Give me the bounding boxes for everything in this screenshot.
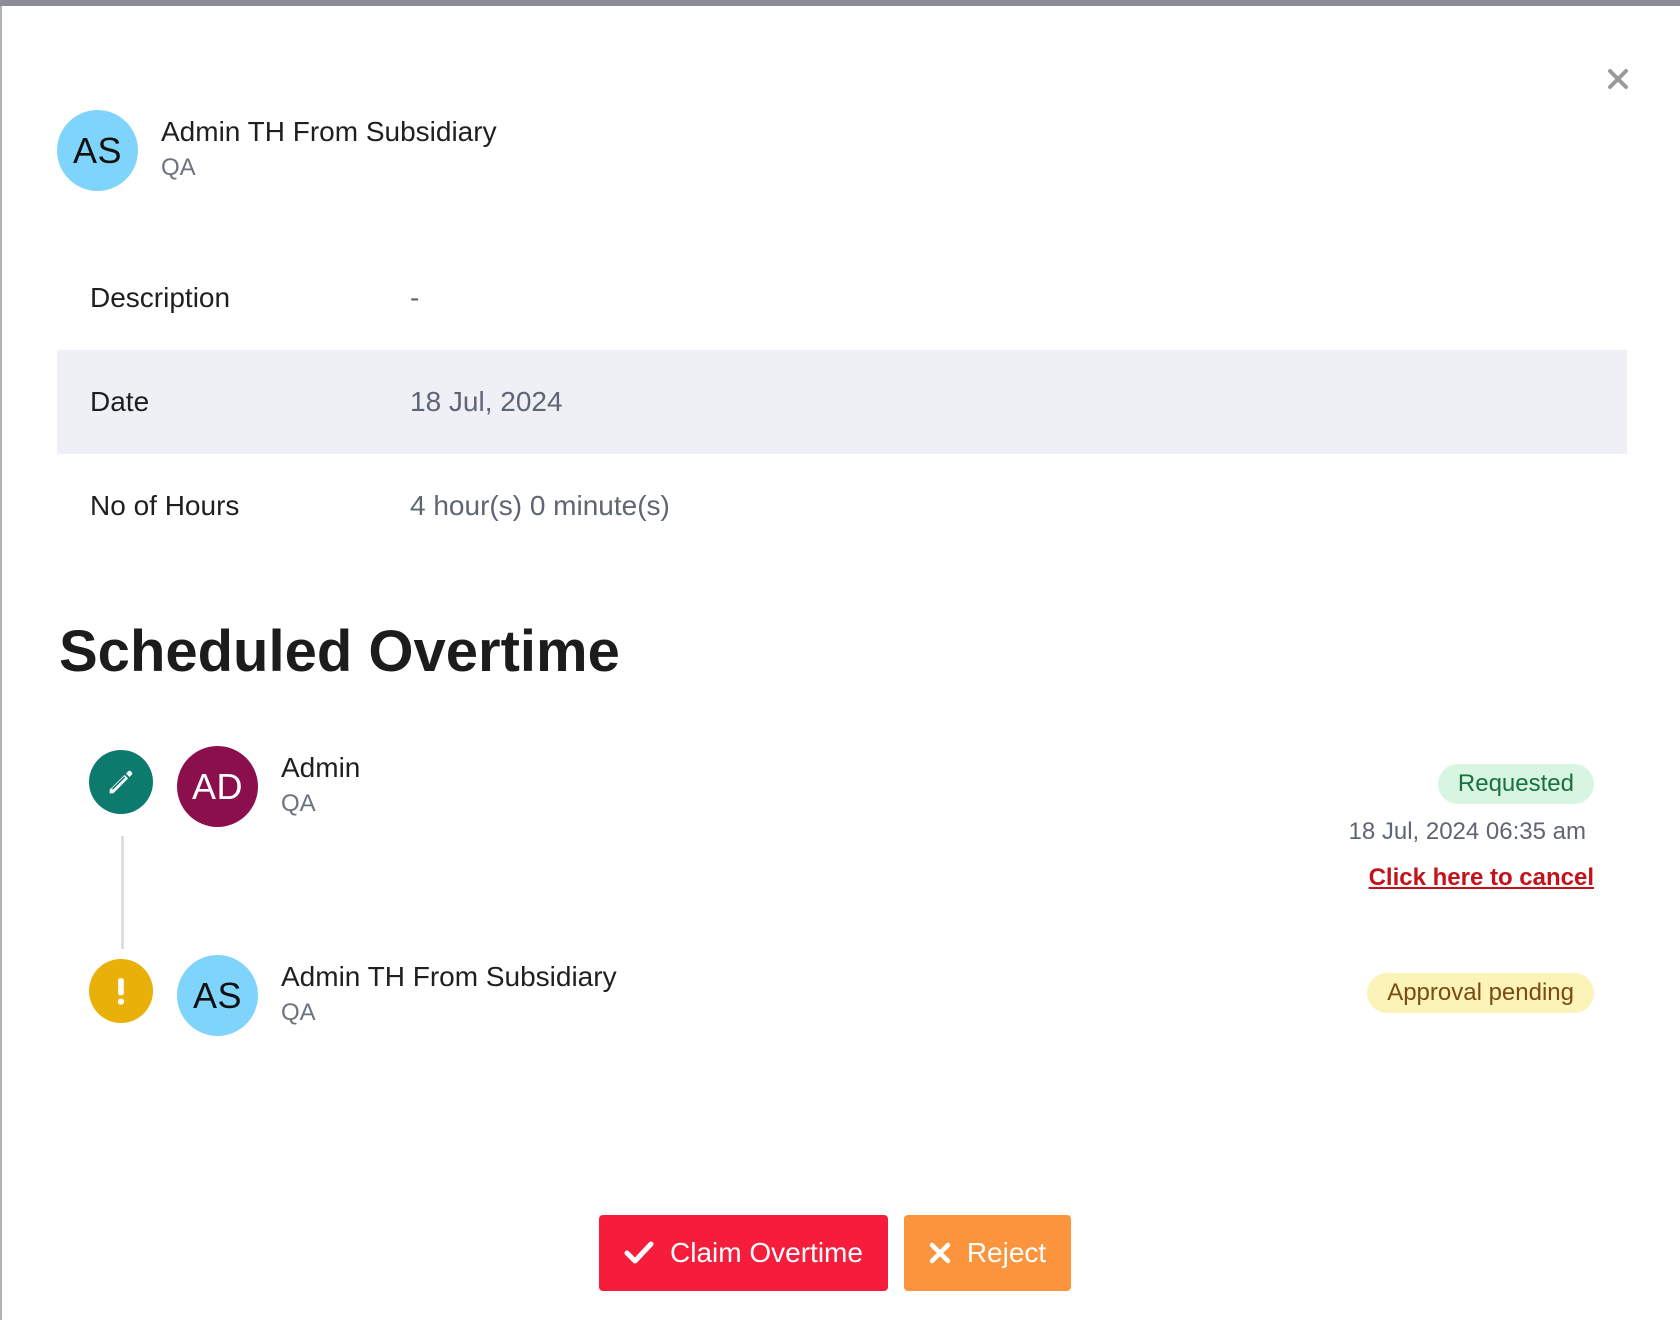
requester-role: QA xyxy=(161,154,196,181)
detail-row-description: Description - xyxy=(57,246,1627,350)
close-icon xyxy=(929,1242,951,1264)
timeline-role: QA xyxy=(281,999,316,1026)
timeline-connector xyxy=(121,836,124,949)
detail-value: 18 Jul, 2024 xyxy=(410,386,563,417)
detail-value: 4 hour(s) 0 minute(s) xyxy=(410,490,670,521)
close-button[interactable] xyxy=(1600,61,1636,97)
requester-avatar: AS xyxy=(57,110,138,191)
checkmark-icon xyxy=(624,1241,654,1264)
cancel-request-link[interactable]: Click here to cancel xyxy=(1369,864,1594,892)
section-title: Scheduled Overtime xyxy=(59,619,620,684)
claim-overtime-button[interactable]: Claim Overtime xyxy=(599,1215,888,1291)
timeline-name: Admin TH From Subsidiary xyxy=(281,961,617,992)
pencil-icon xyxy=(109,770,133,794)
status-badge-requested: Requested xyxy=(1437,764,1594,804)
requester-name: Admin TH From Subsidiary xyxy=(161,116,497,147)
timeline-avatar: AS xyxy=(177,955,258,1036)
close-icon xyxy=(1608,69,1628,89)
reject-button[interactable]: Reject xyxy=(904,1215,1071,1291)
request-timestamp: 18 Jul, 2024 06:35 am xyxy=(1348,818,1586,845)
detail-label: Description xyxy=(90,282,231,313)
timeline-role: QA xyxy=(281,790,316,817)
status-badge-pending: Approval pending xyxy=(1367,973,1594,1013)
timeline-name: Admin xyxy=(281,752,361,783)
detail-label: Date xyxy=(90,386,150,417)
detail-row-date: Date 18 Jul, 2024 xyxy=(57,350,1627,454)
timeline-step-icon xyxy=(89,959,153,1023)
exclamation-icon xyxy=(117,978,125,1005)
detail-label: No of Hours xyxy=(90,490,240,521)
timeline-avatar: AD xyxy=(177,746,258,827)
detail-row-hours: No of Hours 4 hour(s) 0 minute(s) xyxy=(57,454,1627,558)
overtime-detail-modal: AS Admin TH From Subsidiary QA Descripti… xyxy=(2,6,1680,1320)
detail-value: - xyxy=(410,282,420,313)
timeline-step-icon xyxy=(89,750,153,814)
